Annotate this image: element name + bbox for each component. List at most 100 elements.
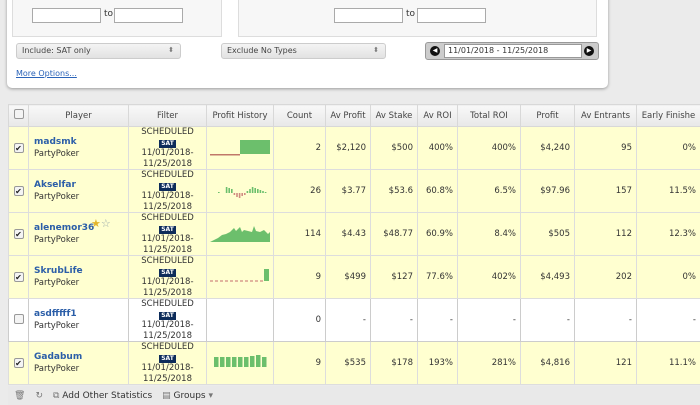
profit-history-cell	[206, 169, 274, 213]
row-checkbox[interactable]	[8, 298, 29, 342]
groups-icon: ▤	[162, 390, 171, 401]
trash-icon[interactable]: 🗑	[14, 391, 25, 401]
av-roi-cell: -	[417, 298, 458, 342]
col-early-finish[interactable]: Early Finishe	[636, 104, 700, 127]
filter-type: SCHEDULED	[141, 213, 194, 223]
filter-from: 11/01/2018-	[141, 191, 194, 201]
profit-sparkline	[210, 139, 270, 155]
player-name-link[interactable]: madsmk	[34, 137, 124, 147]
range-max-input-2[interactable]	[417, 8, 486, 23]
col-filter[interactable]: Filter	[128, 104, 207, 127]
range-min-input[interactable]	[32, 8, 101, 23]
av-stake-cell: $53.6	[370, 169, 418, 213]
filter-from: 11/01/2018-	[141, 148, 194, 158]
filter-from: 11/01/2018-	[141, 277, 194, 287]
filter-type: SCHEDULED	[141, 256, 194, 266]
av-stake-cell: $127	[370, 255, 418, 299]
col-count[interactable]: Count	[273, 104, 326, 127]
table-row[interactable]: asdfffff1 PartyPoker SCHEDULED SAT 11/01/201…	[8, 298, 700, 342]
table-row[interactable]: ✔ SkrubLife PartyPoker SCHEDULED SAT 11/01/20…	[8, 255, 700, 299]
av-profit-cell: $2,120	[325, 126, 371, 170]
table-row[interactable]: ✔ Akselfar PartyPoker SCHEDULED SAT 11/01/201…	[8, 169, 700, 213]
av-roi-cell: 60.9%	[417, 212, 458, 256]
total-roi-cell: 400%	[457, 126, 521, 170]
col-total-roi[interactable]: Total ROI	[457, 104, 521, 127]
add-stats-label: Add Other Statistics	[62, 390, 153, 401]
col-profit[interactable]: Profit	[520, 104, 575, 127]
av-roi-cell: 60.8%	[417, 169, 458, 213]
profit-history-cell	[206, 298, 274, 342]
add-other-statistics-button[interactable]: ⧉ Add Other Statistics	[53, 391, 152, 401]
player-name-link[interactable]: SkrubLife	[34, 266, 124, 276]
player-name-link[interactable]: asdfffff1	[34, 309, 124, 319]
col-av-entrants[interactable]: Av Entrants	[574, 104, 637, 127]
col-player[interactable]: Player	[28, 104, 129, 127]
sat-badge: SAT	[159, 354, 176, 363]
row-checkbox[interactable]: ✔	[8, 255, 29, 299]
filter-cell: SCHEDULED SAT 11/01/2018- 11/25/2018	[128, 298, 207, 342]
groups-button[interactable]: ▤ Groups ▾	[162, 391, 213, 401]
filter-cell: SCHEDULED SAT 11/01/2018- 11/25/2018	[128, 126, 207, 170]
refresh-icon[interactable]: ↻	[35, 391, 43, 401]
early-cell: -	[636, 298, 700, 342]
av-entrants-cell: 202	[574, 255, 637, 299]
av-roi-cell: 77.6%	[417, 255, 458, 299]
table-row[interactable]: ✔ Gadabum PartyPoker SCHEDULED SAT 11/01/2018…	[8, 341, 700, 385]
total-roi-cell: -	[457, 298, 521, 342]
av-profit-cell: -	[325, 298, 371, 342]
exclude-select[interactable]: Exclude No Types ⬍	[221, 43, 386, 59]
profit-history-cell	[206, 341, 274, 385]
row-checkbox[interactable]: ✔	[8, 126, 29, 170]
select-arrows-icon: ⬍	[373, 46, 379, 54]
player-name-link[interactable]: Gadabum	[34, 352, 124, 362]
early-cell: 11.1%	[636, 341, 700, 385]
filter-to: 11/25/2018	[143, 287, 192, 298]
total-roi-cell: 281%	[457, 341, 521, 385]
sat-badge: SAT	[159, 225, 176, 234]
count-cell: 26	[273, 169, 326, 213]
row-checkbox[interactable]: ✔	[8, 212, 29, 256]
player-name-link[interactable]: Akselfar	[34, 180, 124, 190]
to-label: to	[104, 9, 114, 19]
date-range-picker: ◀ 11/01/2018 - 11/25/2018 ▶	[425, 42, 599, 60]
select-all-checkbox[interactable]	[8, 104, 29, 127]
date-range-input[interactable]: 11/01/2018 - 11/25/2018	[444, 44, 582, 58]
profit-cell: $4,240	[520, 126, 575, 170]
player-cell: Akselfar PartyPoker	[28, 169, 129, 213]
profit-sparkline	[218, 186, 267, 198]
next-date-icon[interactable]: ▶	[584, 46, 594, 56]
player-site: PartyPoker	[34, 364, 80, 374]
total-roi-cell: 6.5%	[457, 169, 521, 213]
range-max-input[interactable]	[114, 8, 183, 23]
profit-sparkline	[210, 268, 269, 282]
row-checkbox[interactable]: ✔	[8, 169, 29, 213]
early-cell: 11.5%	[636, 169, 700, 213]
table-row[interactable]: ✔ madsmk PartyPoker SCHEDULED SAT 11/01/2018-…	[8, 126, 700, 170]
col-profit-history[interactable]: Profit History	[206, 104, 274, 127]
table-row[interactable]: ✔ ★☆ alenemor36 PartyPoker SCHEDULED SAT 11/01…	[8, 212, 700, 256]
to-label-2: to	[406, 9, 416, 19]
filter-cell: SCHEDULED SAT 11/01/2018- 11/25/2018	[128, 169, 207, 213]
filter-cell: SCHEDULED SAT 11/01/2018- 11/25/2018	[128, 341, 207, 385]
av-profit-cell: $3.77	[325, 169, 371, 213]
player-cell: madsmk PartyPoker	[28, 126, 129, 170]
col-av-profit[interactable]: Av Profit	[325, 104, 371, 127]
profit-history-cell	[206, 255, 274, 299]
player-cell: ★☆ alenemor36 PartyPoker	[28, 212, 129, 256]
include-select[interactable]: Include: SAT only ⬍	[16, 43, 181, 59]
prev-date-icon[interactable]: ◀	[430, 46, 440, 56]
more-options-link[interactable]: More Options...	[16, 69, 77, 78]
player-cell: asdfffff1 PartyPoker	[28, 298, 129, 342]
av-entrants-cell: 95	[574, 126, 637, 170]
early-cell: 0%	[636, 126, 700, 170]
row-checkbox[interactable]: ✔	[8, 341, 29, 385]
col-av-stake[interactable]: Av Stake	[370, 104, 418, 127]
range-min-input-2[interactable]	[334, 8, 403, 23]
av-roi-cell: 400%	[417, 126, 458, 170]
av-entrants-cell: -	[574, 298, 637, 342]
player-site: PartyPoker	[34, 149, 80, 159]
chevron-down-icon: ▾	[208, 390, 214, 401]
col-av-roi[interactable]: Av ROI	[417, 104, 458, 127]
sat-badge: SAT	[159, 182, 176, 191]
player-site: PartyPoker	[34, 192, 80, 202]
